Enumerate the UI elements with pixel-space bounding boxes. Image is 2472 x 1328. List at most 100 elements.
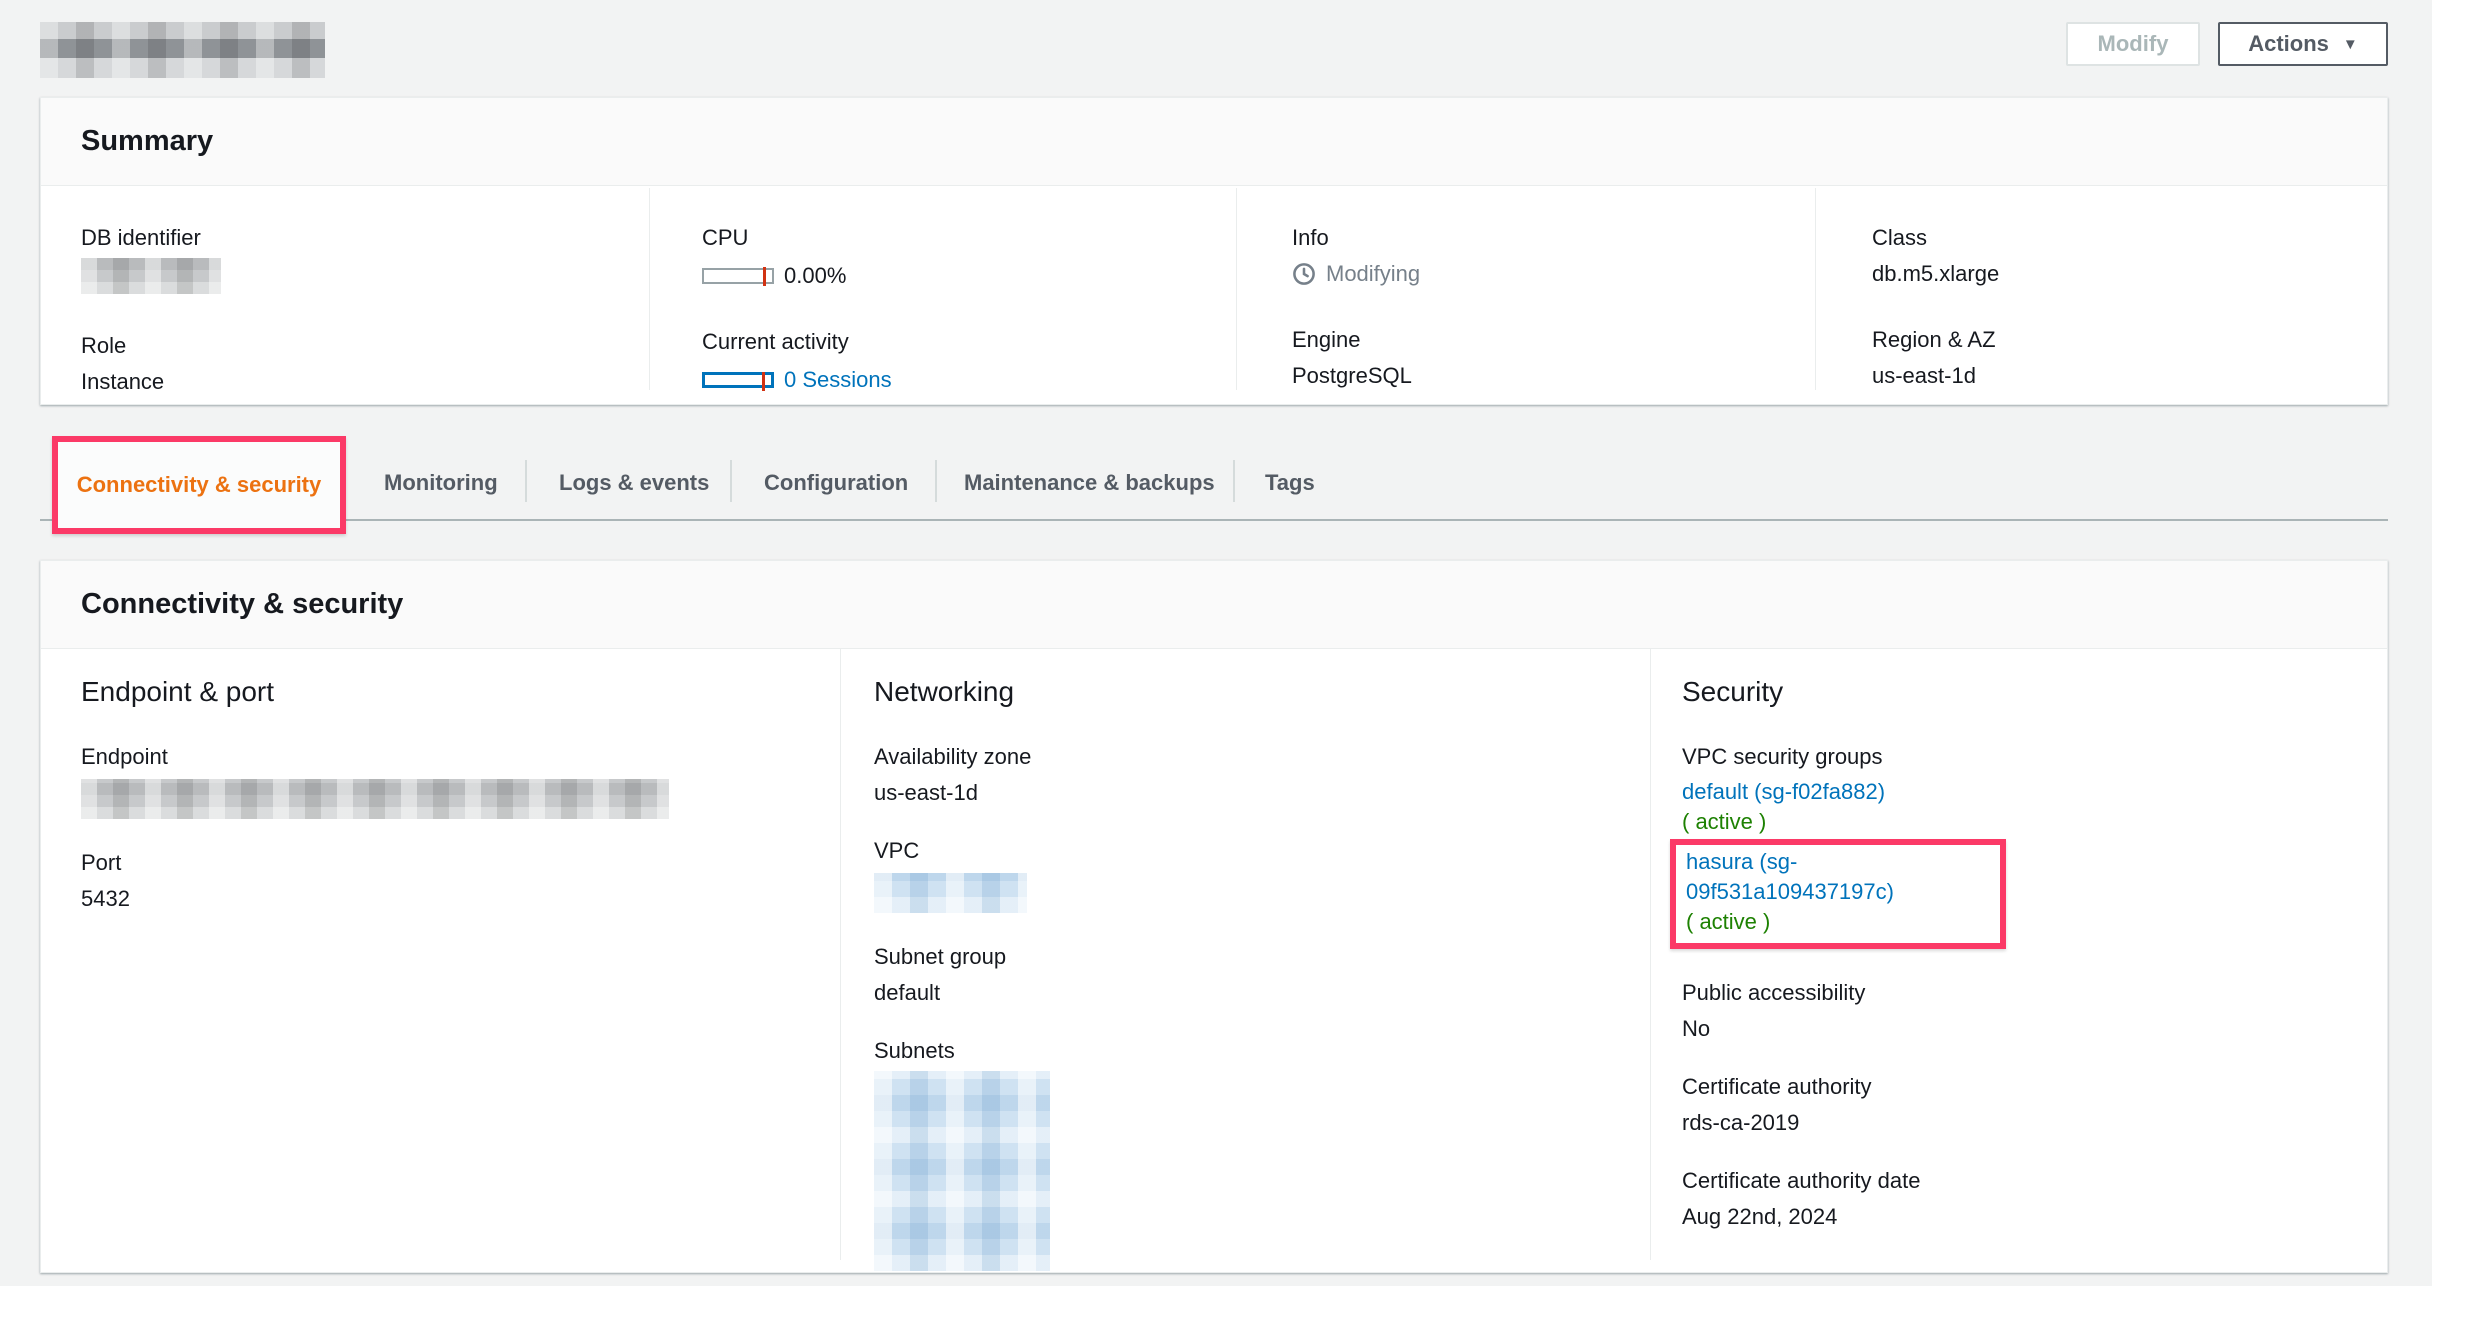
endpoint-port-section: Endpoint & port Endpoint Port 5432 (41, 649, 840, 1260)
engine-label: Engine (1292, 326, 1815, 354)
certificate-authority-date-label: Certificate authority date (1682, 1167, 2389, 1195)
actions-button-label: Actions (2248, 31, 2329, 57)
tab-divider (935, 460, 937, 502)
clock-icon (1292, 262, 1316, 286)
public-accessibility-field: Public accessibility No (1682, 979, 2389, 1043)
subnet-group-value: default (874, 979, 1650, 1007)
port-value: 5432 (81, 885, 840, 913)
availability-zone-value: us-east-1d (874, 779, 1650, 807)
subnet-group-field: Subnet group default (874, 943, 1650, 1007)
port-label: Port (81, 849, 840, 877)
vpc-security-groups-field: VPC security groups default (sg-f02fa882… (1682, 743, 2389, 949)
tab-connectivity-security-highlight[interactable]: Connectivity & security (52, 436, 346, 534)
db-identifier-field: DB identifier (81, 224, 649, 294)
subnets-field: Subnets (874, 1037, 1650, 1271)
security-group-item-highlighted: hasura (sg-09f531a109437197c) ( active ) (1670, 839, 2006, 949)
security-group-status: ( active ) (1686, 907, 1990, 937)
activity-gauge-row: 0 Sessions (702, 366, 1236, 394)
role-value: Instance (81, 368, 649, 396)
certificate-authority-field: Certificate authority rds-ca-2019 (1682, 1073, 2389, 1137)
public-accessibility-value: No (1682, 1015, 2389, 1043)
port-field: Port 5432 (81, 849, 840, 913)
cpu-label: CPU (702, 224, 1236, 252)
summary-panel-header: Summary (41, 98, 2387, 186)
region-az-value: us-east-1d (1872, 362, 2389, 390)
page-title-redacted (40, 22, 325, 78)
cpu-gauge (702, 268, 774, 284)
cpu-value: 0.00% (784, 262, 846, 290)
tab-maintenance-backups[interactable]: Maintenance & backups (964, 470, 1215, 496)
endpoint-value-redacted (81, 779, 669, 819)
role-field: Role Instance (81, 332, 649, 396)
security-group-status: ( active ) (1682, 807, 2389, 837)
cpu-gauge-row: 0.00% (702, 262, 1236, 290)
class-label: Class (1872, 224, 2389, 252)
certificate-authority-value: rds-ca-2019 (1682, 1109, 2389, 1137)
security-heading: Security (1682, 675, 2389, 709)
modify-button[interactable]: Modify (2066, 22, 2200, 66)
db-identifier-label: DB identifier (81, 224, 649, 252)
certificate-authority-label: Certificate authority (1682, 1073, 2389, 1101)
subnets-values-redacted-links[interactable] (874, 1071, 1050, 1271)
subnet-group-label: Subnet group (874, 943, 1650, 971)
tab-divider (730, 460, 732, 502)
tab-connectivity-security[interactable]: Connectivity & security (77, 472, 322, 498)
info-value: Modifying (1326, 260, 1420, 288)
summary-title: Summary (81, 125, 213, 158)
tab-logs-events[interactable]: Logs & events (559, 470, 709, 496)
endpoint-port-heading: Endpoint & port (81, 675, 840, 709)
sessions-link[interactable]: 0 Sessions (784, 366, 892, 394)
security-group-link-hasura[interactable]: hasura (sg-09f531a109437197c) (1686, 847, 1990, 907)
info-label: Info (1292, 224, 1815, 252)
security-group-item: default (sg-f02fa882) ( active ) (1682, 777, 2389, 837)
summary-column-class: Class db.m5.xlarge Region & AZ us-east-1… (1815, 188, 2389, 390)
cpu-field: CPU 0.00% (702, 224, 1236, 290)
summary-column-metrics: CPU 0.00% Current activity 0 Sessions (649, 188, 1236, 390)
connectivity-panel-title: Connectivity & security (81, 588, 403, 621)
region-az-label: Region & AZ (1872, 326, 2389, 354)
summary-panel: Summary DB identifier Role Instance CPU (40, 97, 2388, 405)
certificate-authority-date-value: Aug 22nd, 2024 (1682, 1203, 2389, 1231)
summary-column-identity: DB identifier Role Instance (41, 188, 649, 390)
info-status-row: Modifying (1292, 260, 1815, 288)
tab-bar-underline (40, 519, 2388, 521)
vpc-field: VPC (874, 837, 1650, 913)
tab-tags[interactable]: Tags (1265, 470, 1315, 496)
actions-button[interactable]: Actions ▼ (2218, 22, 2388, 66)
certificate-authority-date-field: Certificate authority date Aug 22nd, 202… (1682, 1167, 2389, 1231)
class-field: Class db.m5.xlarge (1872, 224, 2389, 288)
region-az-field: Region & AZ us-east-1d (1872, 326, 2389, 390)
endpoint-label: Endpoint (81, 743, 840, 771)
tab-divider (1233, 460, 1235, 502)
connectivity-panel-header: Connectivity & security (41, 561, 2387, 649)
sessions-gauge (702, 372, 774, 388)
tab-configuration[interactable]: Configuration (764, 470, 908, 496)
sessions-gauge-tick (762, 372, 765, 391)
current-activity-field: Current activity 0 Sessions (702, 328, 1236, 394)
availability-zone-label: Availability zone (874, 743, 1650, 771)
current-activity-label: Current activity (702, 328, 1236, 356)
networking-section: Networking Availability zone us-east-1d … (840, 649, 1650, 1260)
summary-column-status: Info Modifying Engine PostgreSQL (1236, 188, 1815, 390)
info-field: Info Modifying (1292, 224, 1815, 288)
vpc-value-redacted-link[interactable] (874, 873, 1027, 913)
connectivity-security-panel: Connectivity & security Endpoint & port … (40, 560, 2388, 1273)
security-group-link-default[interactable]: default (sg-f02fa882) (1682, 777, 2389, 807)
rds-instance-detail-screen: Modify Actions ▼ Summary DB identifier R… (0, 0, 2472, 1328)
public-accessibility-label: Public accessibility (1682, 979, 2389, 1007)
console-content-area: Modify Actions ▼ Summary DB identifier R… (0, 0, 2432, 1286)
security-section: Security VPC security groups default (sg… (1650, 649, 2389, 1260)
modify-button-label: Modify (2098, 31, 2169, 57)
class-value: db.m5.xlarge (1872, 260, 2389, 288)
endpoint-field: Endpoint (81, 743, 840, 819)
subnets-label: Subnets (874, 1037, 1650, 1065)
tab-divider (525, 460, 527, 502)
availability-zone-field: Availability zone us-east-1d (874, 743, 1650, 807)
caret-down-icon: ▼ (2343, 37, 2358, 52)
networking-heading: Networking (874, 675, 1650, 709)
vpc-security-groups-label: VPC security groups (1682, 743, 2389, 771)
engine-value: PostgreSQL (1292, 362, 1815, 390)
engine-field: Engine PostgreSQL (1292, 326, 1815, 390)
role-label: Role (81, 332, 649, 360)
tab-monitoring[interactable]: Monitoring (384, 470, 498, 496)
